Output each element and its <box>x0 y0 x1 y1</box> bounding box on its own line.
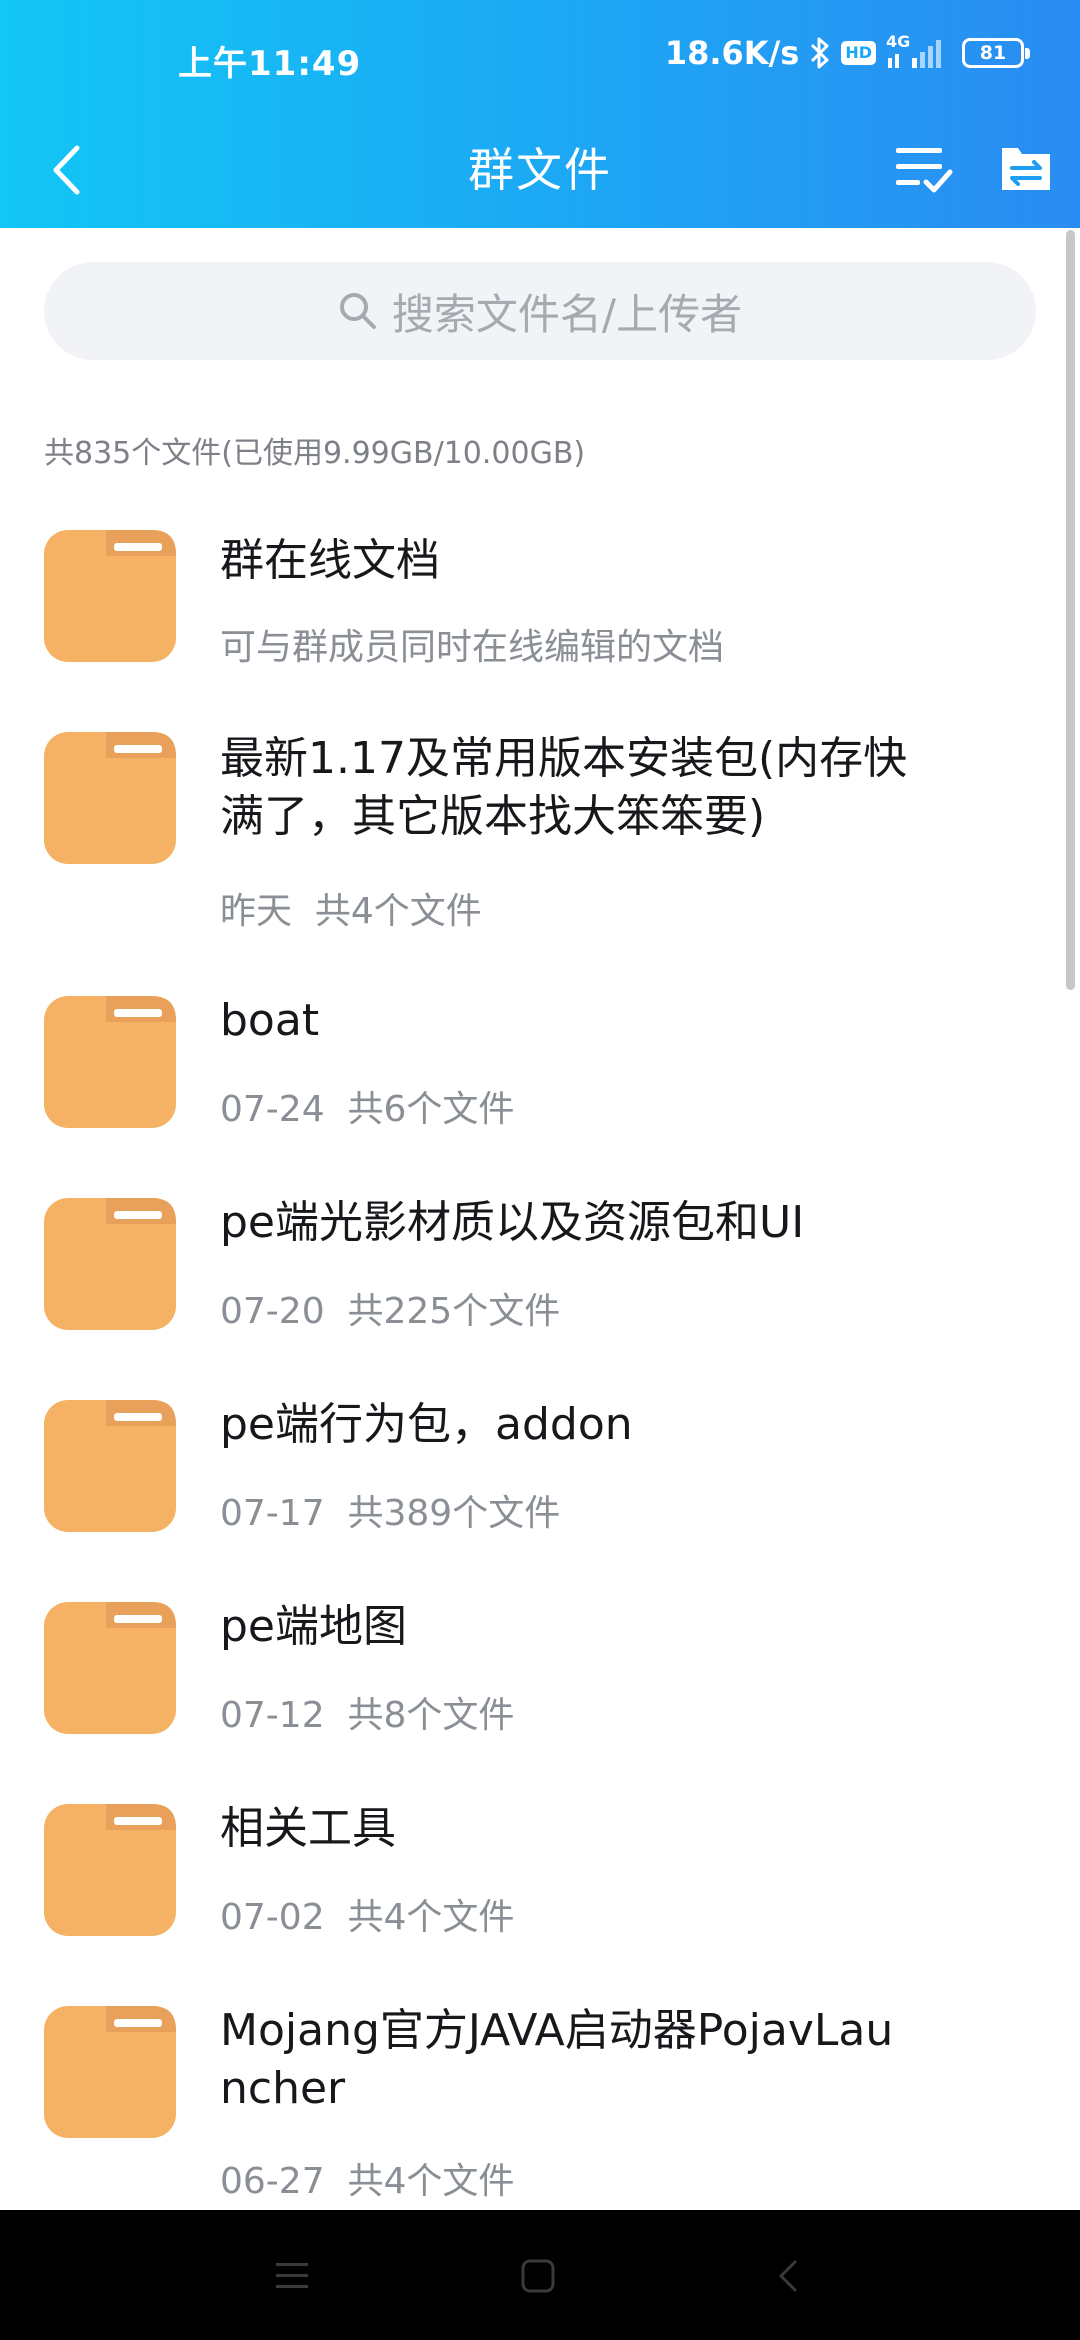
transfer-icon <box>1002 148 1050 190</box>
file-name: Mojang官方JAVA启动器PojavLauncher <box>220 2005 894 2114</box>
menu-nav-button[interactable] <box>262 2246 322 2306</box>
multi-select-icon <box>896 148 953 193</box>
list-item[interactable]: 群在线文档 可与群成员同时在线编辑的文档 <box>0 500 1060 700</box>
folder-icon <box>44 1400 176 1532</box>
file-name: 最新1.17及常用版本安装包(内存快满了，其它版本找大笨笨要) <box>220 733 908 842</box>
list-item[interactable]: boat 07-24 共6个文件 <box>0 966 1060 1166</box>
list-item[interactable]: Mojang官方JAVA启动器PojavLauncher 06-27 共4个文件 <box>0 1976 1060 2206</box>
header: 上午11:49 18.6K/s HD 4G 81 群文件 <box>0 0 1080 228</box>
scrollbar[interactable] <box>1066 230 1075 990</box>
search-placeholder: 搜索文件名/上传者 <box>391 289 743 339</box>
list-item[interactable]: pe端行为包，addon 07-17 共389个文件 <box>0 1370 1060 1570</box>
file-name: pe端地图 <box>220 1601 407 1652</box>
file-name: boat <box>220 995 320 1046</box>
file-meta: 07-17 共389个文件 <box>220 1493 561 1534</box>
network-speed: 18.6K/s <box>664 34 800 72</box>
screen: 上午11:49 18.6K/s HD 4G 81 群文件 搜索文件名/上传者 共… <box>0 0 1080 2340</box>
folder-icon <box>44 2006 176 2138</box>
status-bar: 上午11:49 18.6K/s HD 4G 81 <box>0 0 1080 118</box>
list-item[interactable]: 最新1.17及常用版本安装包(内存快满了，其它版本找大笨笨要) 昨天 共4个文件 <box>0 702 1060 962</box>
transfer-button[interactable] <box>996 138 1056 198</box>
signal-icon: 4G <box>886 32 952 70</box>
folder-icon <box>44 530 176 662</box>
home-square-icon <box>521 2259 555 2293</box>
file-meta: 07-20 共225个文件 <box>220 1291 561 1332</box>
file-meta: 06-27 共4个文件 <box>220 2161 515 2202</box>
list-item[interactable]: pe端地图 07-12 共8个文件 <box>0 1572 1060 1772</box>
list-item[interactable]: pe端光影材质以及资源包和UI 07-20 共225个文件 <box>0 1168 1060 1368</box>
folder-icon <box>44 1804 176 1936</box>
file-meta: 可与群成员同时在线编辑的文档 <box>220 627 725 668</box>
file-meta: 昨天 共4个文件 <box>220 891 482 932</box>
multi-select-button[interactable] <box>892 136 956 200</box>
search-icon <box>339 293 376 329</box>
file-meta: 07-02 共4个文件 <box>220 1897 515 1938</box>
home-nav-button[interactable] <box>508 2246 568 2306</box>
system-nav-bar <box>0 2210 1080 2340</box>
nav-bar: 群文件 <box>0 118 1080 228</box>
file-summary: 共835个文件(已使用9.99GB/10.00GB) <box>44 436 586 471</box>
battery-level: 81 <box>979 42 1007 64</box>
file-meta: 07-12 共8个文件 <box>220 1695 515 1736</box>
bluetooth-icon <box>809 36 831 70</box>
status-indicators: 18.6K/s HD 4G 81 <box>664 32 1030 72</box>
file-name: pe端光影材质以及资源包和UI <box>220 1197 805 1248</box>
file-name: pe端行为包，addon <box>220 1399 633 1450</box>
search-input[interactable]: 搜索文件名/上传者 <box>44 262 1036 360</box>
list-item[interactable]: 相关工具 07-02 共4个文件 <box>0 1774 1060 1974</box>
battery-icon: 81 <box>962 38 1030 68</box>
menu-icon <box>276 2263 308 2288</box>
file-name: 相关工具 <box>220 1803 396 1854</box>
folder-icon <box>44 996 176 1128</box>
back-triangle-icon <box>779 2260 797 2292</box>
back-nav-button[interactable] <box>758 2246 818 2306</box>
hd-badge: HD <box>841 41 876 65</box>
folder-icon <box>44 1602 176 1734</box>
file-name: 群在线文档 <box>220 535 440 586</box>
folder-icon <box>44 732 176 864</box>
folder-icon <box>44 1198 176 1330</box>
status-time: 上午11:49 <box>178 44 362 84</box>
file-meta: 07-24 共6个文件 <box>220 1089 515 1130</box>
